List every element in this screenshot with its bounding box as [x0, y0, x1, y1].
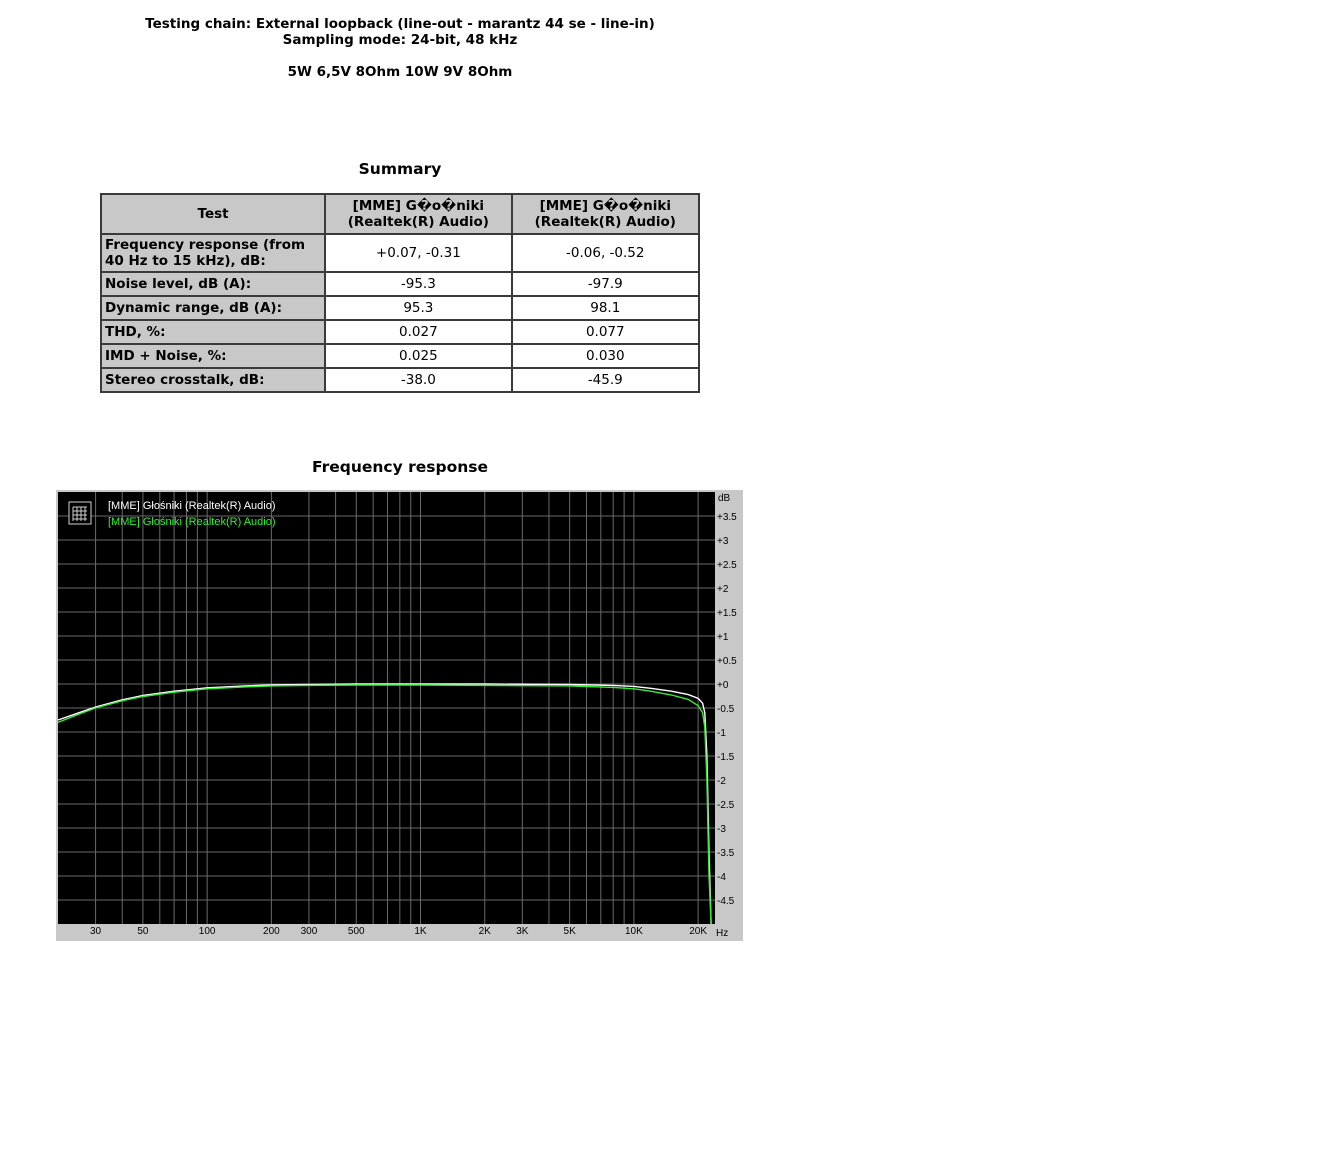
summary-header-row: Test [MME] G�o�niki (Realtek(R) Audio) [… — [99, 193, 701, 235]
row-label: Stereo crosstalk, dB: — [99, 367, 327, 393]
y-tick-label: -2 — [717, 776, 726, 787]
y-tick-label: -1 — [717, 728, 726, 739]
x-tick-label: 100 — [199, 926, 216, 937]
row-label: Frequency response (from 40 Hz to 15 kHz… — [99, 233, 327, 273]
y-tick-label: +0 — [717, 680, 729, 691]
row-value-1: 0.025 — [324, 343, 513, 369]
row-label: Dynamic range, dB (A): — [99, 295, 327, 321]
power-info-text: 5W 6,5V 8Ohm 10W 9V 8Ohm — [287, 64, 513, 80]
y-tick-label: -4 — [717, 872, 726, 883]
sampling-mode-text: Sampling mode: 24-bit, 48 kHz — [282, 32, 518, 48]
x-tick-label: 20K — [689, 926, 707, 937]
x-tick-label: 30 — [90, 926, 102, 937]
x-tick-label: 500 — [348, 926, 365, 937]
x-tick-label: 5K — [564, 926, 577, 937]
row-value-2: -45.9 — [510, 367, 701, 393]
x-axis-unit-label: Hz — [716, 928, 728, 939]
frequency-response-chart: [MME] Głośniki (Realtek(R) Audio) [MME] … — [56, 490, 743, 941]
y-tick-label: +1.5 — [717, 608, 737, 619]
y-tick-label: +0.5 — [717, 656, 737, 667]
testing-chain-text: Testing chain: External loopback (line-o… — [145, 16, 655, 32]
table-row: Dynamic range, dB (A): 95.3 98.1 — [99, 295, 701, 321]
y-tick-label: -3 — [717, 824, 726, 835]
row-label: IMD + Noise, %: — [99, 343, 327, 369]
y-tick-label: -1.5 — [717, 752, 735, 763]
x-tick-label: 300 — [301, 926, 318, 937]
row-label: THD, %: — [99, 319, 327, 345]
x-tick-label: 3K — [516, 926, 529, 937]
table-row: Noise level, dB (A): -95.3 -97.9 — [99, 271, 701, 297]
legend-entry-2: [MME] Głośniki (Realtek(R) Audio) — [108, 516, 276, 528]
row-value-1: 95.3 — [324, 295, 513, 321]
table-row: Frequency response (from 40 Hz to 15 kHz… — [99, 233, 701, 273]
frequency-response-title: Frequency response — [311, 458, 489, 476]
row-label: Noise level, dB (A): — [99, 271, 327, 297]
table-row: THD, %: 0.027 0.077 — [99, 319, 701, 345]
chart-svg: [MME] Głośniki (Realtek(R) Audio) [MME] … — [56, 490, 743, 941]
y-tick-label: -0.5 — [717, 704, 735, 715]
y-tick-label: +2.5 — [717, 560, 737, 571]
row-value-2: -97.9 — [510, 271, 701, 297]
x-tick-label: 10K — [625, 926, 643, 937]
x-tick-label: 1K — [414, 926, 427, 937]
y-tick-label: +2 — [717, 584, 729, 595]
y-tick-label: -3.5 — [717, 848, 735, 859]
row-value-1: +0.07, -0.31 — [324, 233, 513, 273]
row-value-2: 0.030 — [510, 343, 701, 369]
row-value-1: 0.027 — [324, 319, 513, 345]
row-value-1: -95.3 — [324, 271, 513, 297]
row-value-1: -38.0 — [324, 367, 513, 393]
column-header-device-1: [MME] G�o�niki (Realtek(R) Audio) — [324, 193, 513, 235]
column-header-device-2: [MME] G�o�niki (Realtek(R) Audio) — [510, 193, 701, 235]
x-tick-label: 200 — [263, 926, 280, 937]
row-value-2: 0.077 — [510, 319, 701, 345]
y-tick-label: -4.5 — [717, 896, 735, 907]
row-value-2: 98.1 — [510, 295, 701, 321]
x-tick-label: 50 — [137, 926, 149, 937]
column-header-test: Test — [99, 193, 327, 235]
y-tick-label: +3.5 — [717, 512, 737, 523]
legend-icon-frame[interactable] — [68, 501, 92, 525]
y-axis-unit-label: dB — [718, 493, 731, 504]
y-tick-label: +3 — [717, 536, 729, 547]
y-tick-label: +1 — [717, 632, 729, 643]
row-value-2: -0.06, -0.52 — [510, 233, 701, 273]
x-tick-label: 2K — [479, 926, 492, 937]
summary-title: Summary — [358, 160, 442, 178]
legend-entry-1: [MME] Głośniki (Realtek(R) Audio) — [108, 500, 276, 512]
y-tick-label: -2.5 — [717, 800, 735, 811]
summary-table: Test [MME] G�o�niki (Realtek(R) Audio) [… — [99, 193, 701, 393]
table-row: Stereo crosstalk, dB: -38.0 -45.9 — [99, 367, 701, 393]
table-row: IMD + Noise, %: 0.025 0.030 — [99, 343, 701, 369]
